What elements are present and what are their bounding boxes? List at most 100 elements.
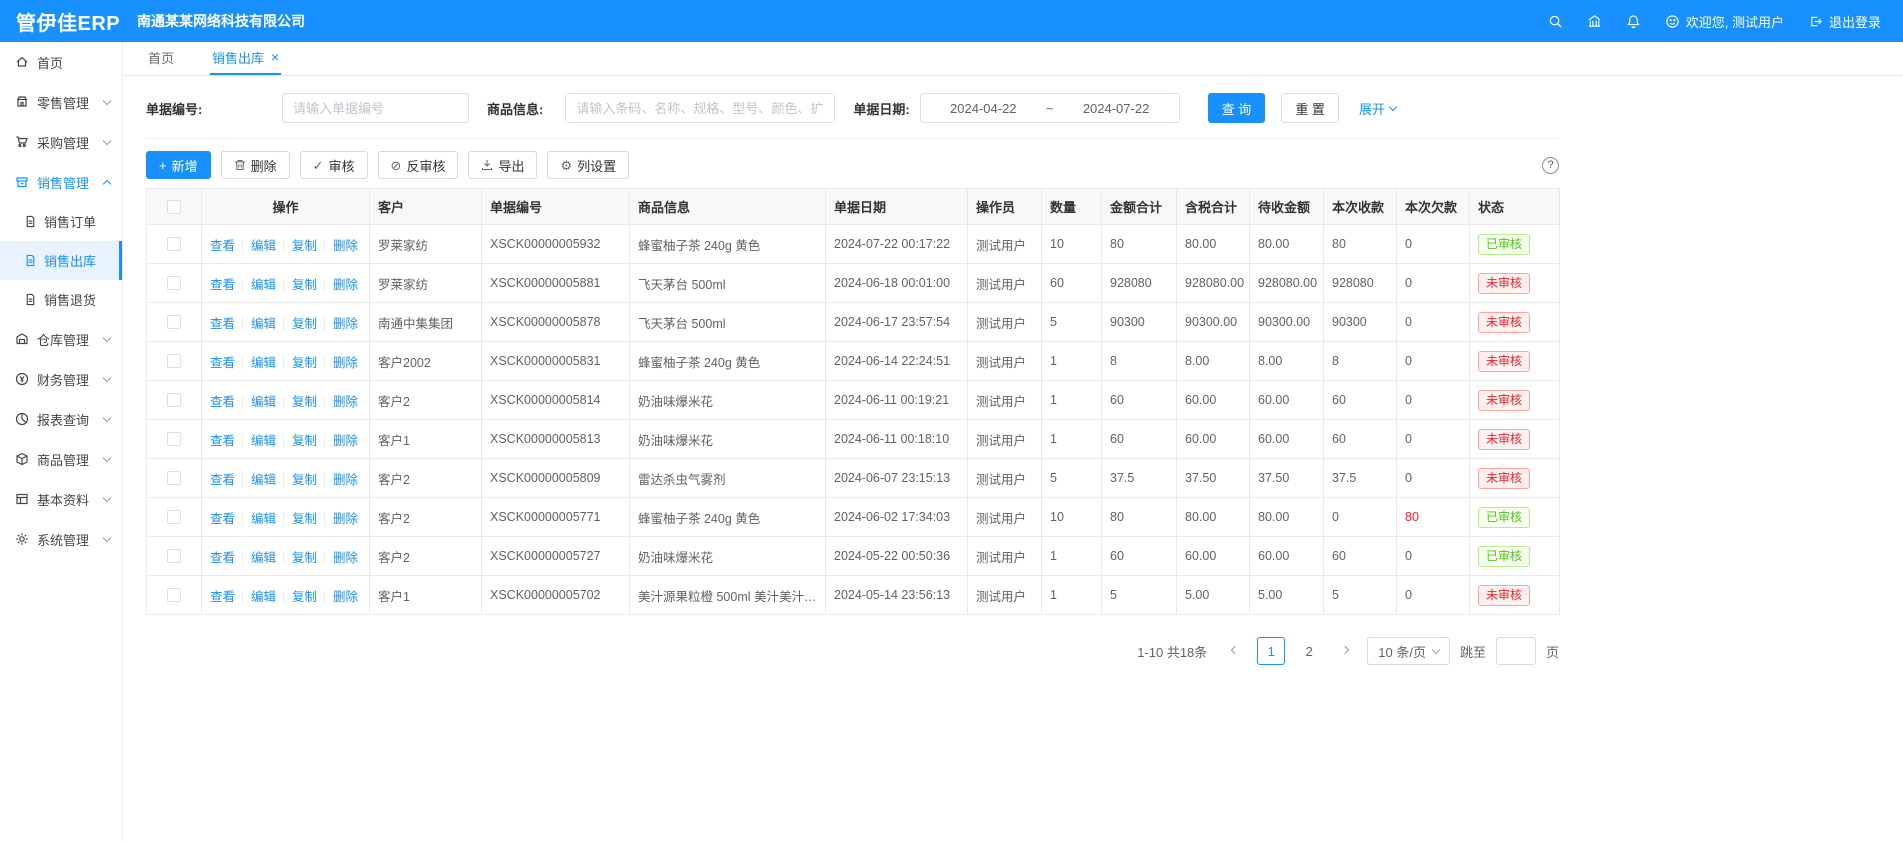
row-action-delete[interactable]: 删除 <box>324 551 358 565</box>
user-menu[interactable]: 欢迎您, 测试用户 <box>1665 12 1784 31</box>
delete-button[interactable]: 删除 <box>221 151 290 179</box>
sidebar-item-purchase[interactable]: 采购管理 <box>0 122 122 162</box>
row-action-view[interactable]: 查看 <box>210 395 235 409</box>
sidebar-item-sales-order[interactable]: 销售订单 <box>0 202 122 241</box>
row-action-delete[interactable]: 删除 <box>324 317 358 331</box>
row-action-delete[interactable]: 删除 <box>324 512 358 526</box>
pagination-page-1[interactable]: 1 <box>1257 637 1285 665</box>
row-action-edit[interactable]: 编辑 <box>242 278 276 292</box>
select-all-checkbox[interactable] <box>167 200 181 214</box>
home-icon[interactable] <box>1587 14 1602 29</box>
row-checkbox[interactable] <box>167 276 181 290</box>
row-action-delete[interactable]: 删除 <box>324 278 358 292</box>
search-icon[interactable] <box>1548 14 1563 29</box>
row-checkbox[interactable] <box>167 471 181 485</box>
row-checkbox[interactable] <box>167 588 181 602</box>
row-action-edit[interactable]: 编辑 <box>242 434 276 448</box>
row-action-edit[interactable]: 编辑 <box>242 395 276 409</box>
sidebar-item-retail[interactable]: 零售管理 <box>0 82 122 122</box>
row-action-copy[interactable]: 复制 <box>283 512 317 526</box>
expand-link[interactable]: 展开 <box>1359 99 1396 118</box>
page-size-select[interactable]: 10 条/页 <box>1367 637 1450 665</box>
row-action-copy[interactable]: 复制 <box>283 239 317 253</box>
row-action-copy[interactable]: 复制 <box>283 278 317 292</box>
col-header-amount: 金额合计 <box>1102 189 1177 225</box>
row-checkbox[interactable] <box>167 315 181 329</box>
sidebar-item-warehouse[interactable]: 仓库管理 <box>0 319 122 359</box>
export-button[interactable]: 导出 <box>468 151 537 179</box>
row-checkbox[interactable] <box>167 393 181 407</box>
row-checkbox[interactable] <box>167 432 181 446</box>
row-checkbox[interactable] <box>167 549 181 563</box>
row-action-edit[interactable]: 编辑 <box>242 590 276 604</box>
row-action-view[interactable]: 查看 <box>210 278 235 292</box>
row-action-copy[interactable]: 复制 <box>283 356 317 370</box>
sidebar-item-report[interactable]: 报表查询 <box>0 399 122 439</box>
sidebar-item-finance[interactable]: 财务管理 <box>0 359 122 399</box>
row-checkbox[interactable] <box>167 354 181 368</box>
pagination-page-2[interactable]: 2 <box>1295 637 1323 665</box>
pagination-prev[interactable] <box>1223 637 1247 665</box>
topbar-right: 欢迎您, 测试用户 退出登录 <box>1548 12 1903 31</box>
row-action-view[interactable]: 查看 <box>210 434 235 448</box>
cell-qty: 60 <box>1042 264 1102 303</box>
row-action-delete[interactable]: 删除 <box>324 356 358 370</box>
jump-page-input[interactable] <box>1496 637 1536 665</box>
bill-no-input[interactable] <box>282 93 469 123</box>
row-action-copy[interactable]: 复制 <box>283 551 317 565</box>
sidebar-item-sales[interactable]: 销售管理 <box>0 162 122 202</box>
sidebar-item-home[interactable]: 首页 <box>0 42 122 82</box>
sidebar-item-sales-outbound[interactable]: 销售出库 <box>0 241 122 280</box>
row-action-edit[interactable]: 编辑 <box>242 317 276 331</box>
row-action-copy[interactable]: 复制 <box>283 590 317 604</box>
row-action-delete[interactable]: 删除 <box>324 434 358 448</box>
column-settings-button[interactable]: ⚙ 列设置 <box>547 151 629 179</box>
close-icon[interactable]: × <box>271 50 279 64</box>
row-checkbox[interactable] <box>167 237 181 251</box>
pagination-next[interactable] <box>1333 637 1357 665</box>
cell-amount: 5 <box>1102 576 1177 615</box>
sidebar-item-sales-return[interactable]: 销售退货 <box>0 280 122 319</box>
row-action-delete[interactable]: 删除 <box>324 395 358 409</box>
row-action-edit[interactable]: 编辑 <box>242 551 276 565</box>
row-action-copy[interactable]: 复制 <box>283 434 317 448</box>
row-checkbox[interactable] <box>167 510 181 524</box>
row-action-view[interactable]: 查看 <box>210 551 235 565</box>
tab-home[interactable]: 首页 <box>146 41 176 75</box>
row-action-delete[interactable]: 删除 <box>324 473 358 487</box>
cell-bill-no: XSCK00000005881 <box>482 264 630 303</box>
home-icon <box>15 55 29 69</box>
row-action-view[interactable]: 查看 <box>210 317 235 331</box>
cell-actions: 查看编辑复制删除 <box>202 459 370 498</box>
sidebar-item-product[interactable]: 商品管理 <box>0 439 122 479</box>
row-action-view[interactable]: 查看 <box>210 590 235 604</box>
logout-button[interactable]: 退出登录 <box>1808 12 1881 31</box>
audit-button[interactable]: ✓ 审核 <box>300 151 368 179</box>
sidebar-item-basic-data[interactable]: 基本资料 <box>0 479 122 519</box>
reset-button[interactable]: 重 置 <box>1281 93 1339 123</box>
cell-received: 80 <box>1324 225 1397 264</box>
row-action-view[interactable]: 查看 <box>210 512 235 526</box>
sidebar-item-system[interactable]: 系统管理 <box>0 519 122 559</box>
product-info-input[interactable] <box>565 93 835 123</box>
row-action-edit[interactable]: 编辑 <box>242 239 276 253</box>
row-action-view[interactable]: 查看 <box>210 356 235 370</box>
row-action-edit[interactable]: 编辑 <box>242 356 276 370</box>
row-action-view[interactable]: 查看 <box>210 473 235 487</box>
row-action-edit[interactable]: 编辑 <box>242 512 276 526</box>
cart-icon <box>15 135 29 149</box>
row-action-copy[interactable]: 复制 <box>283 317 317 331</box>
row-action-copy[interactable]: 复制 <box>283 473 317 487</box>
add-button[interactable]: + 新增 <box>146 151 211 179</box>
row-action-delete[interactable]: 删除 <box>324 239 358 253</box>
search-button[interactable]: 查 询 <box>1208 93 1266 123</box>
row-action-copy[interactable]: 复制 <box>283 395 317 409</box>
date-range-picker[interactable]: 2024-04-22 ~ 2024-07-22 <box>920 93 1180 123</box>
bell-icon[interactable] <box>1626 14 1641 29</box>
row-action-delete[interactable]: 删除 <box>324 590 358 604</box>
unaudit-button[interactable]: ⊘ 反审核 <box>378 151 459 179</box>
row-action-view[interactable]: 查看 <box>210 239 235 253</box>
row-action-edit[interactable]: 编辑 <box>242 473 276 487</box>
tab-sales-outbound[interactable]: 销售出库 × <box>210 41 281 75</box>
help-icon[interactable]: ? <box>1542 157 1559 174</box>
